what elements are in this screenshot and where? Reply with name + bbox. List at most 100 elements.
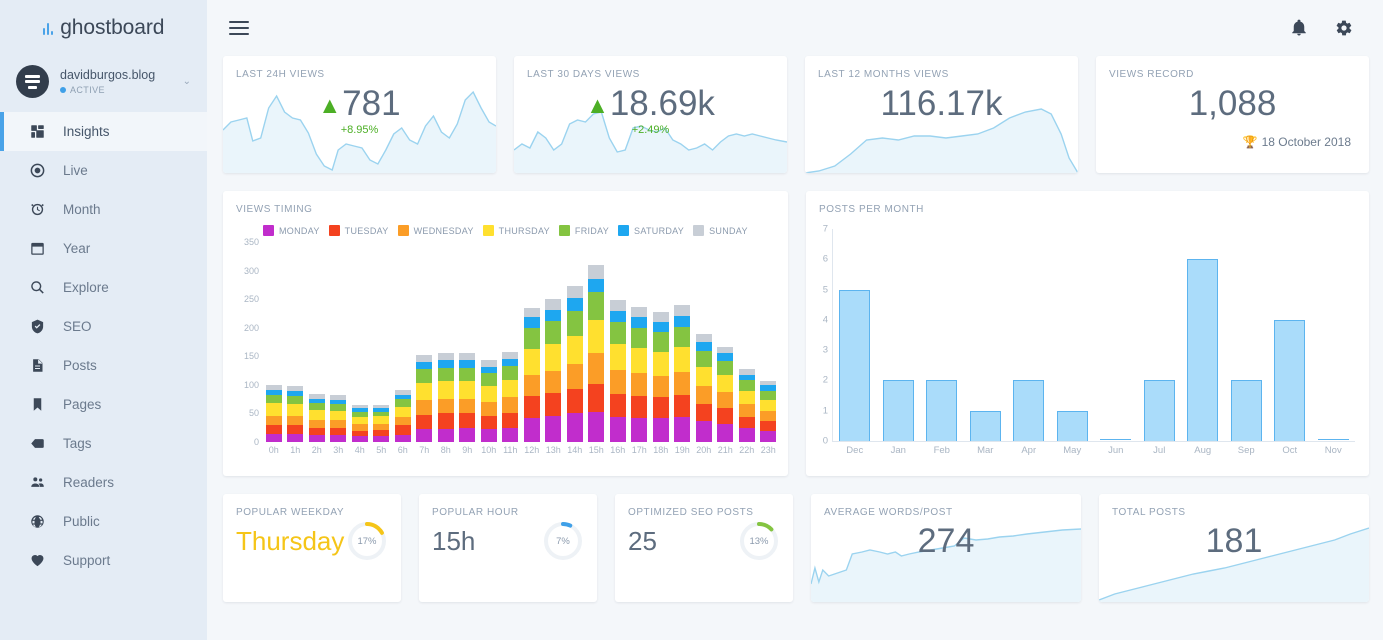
bar-column[interactable] xyxy=(263,242,285,442)
bar-segment xyxy=(502,358,519,367)
heart-icon xyxy=(29,552,46,569)
status-dot-icon xyxy=(60,87,66,93)
bar-column[interactable] xyxy=(693,242,715,442)
bar-column[interactable] xyxy=(1181,229,1225,441)
stacked-bar xyxy=(459,353,476,442)
bar-column[interactable] xyxy=(1312,229,1356,441)
bar-column[interactable] xyxy=(877,229,921,441)
bar-column[interactable] xyxy=(435,242,457,442)
legend-item[interactable]: SATURDAY xyxy=(618,225,684,236)
bar-column[interactable] xyxy=(285,242,307,442)
account-switcher[interactable]: davidburgos.blog ACTIVE ⌄ xyxy=(0,56,207,110)
bar-column[interactable] xyxy=(478,242,500,442)
x-axis-tick: Sep xyxy=(1237,445,1255,456)
sidebar-item-public[interactable]: Public xyxy=(0,502,207,541)
bar-segment xyxy=(308,419,325,428)
bar-column[interactable] xyxy=(607,242,629,442)
x-axis-tick: 8h xyxy=(440,445,451,455)
bar-segment xyxy=(265,424,282,434)
y-axis-tick: 1 xyxy=(822,405,828,417)
x-axis-tick: 7h xyxy=(419,445,430,455)
bar-column[interactable] xyxy=(414,242,436,442)
bar-column[interactable] xyxy=(833,229,877,441)
bar-column[interactable] xyxy=(564,242,586,442)
bar-column[interactable] xyxy=(672,242,694,442)
bar-segment xyxy=(760,421,777,431)
bar-column[interactable] xyxy=(964,229,1008,441)
bar-column[interactable] xyxy=(586,242,608,442)
bar-column[interactable] xyxy=(1007,229,1051,441)
x-axis-tick: 10h xyxy=(481,445,497,455)
legend-item[interactable]: FRIDAY xyxy=(558,225,609,236)
bar-column[interactable] xyxy=(457,242,479,442)
stacked-bar xyxy=(330,395,347,442)
bar-column[interactable] xyxy=(543,242,565,442)
bar-column[interactable] xyxy=(349,242,371,442)
bar-segment xyxy=(609,370,626,395)
bar-column[interactable] xyxy=(1268,229,1312,441)
bar-column[interactable] xyxy=(715,242,737,442)
hamburger-menu-icon[interactable] xyxy=(229,21,249,35)
bar-segment xyxy=(695,404,712,422)
bar-segment xyxy=(287,434,304,442)
chevron-down-icon[interactable]: ⌄ xyxy=(183,76,193,87)
bar-segment xyxy=(545,416,562,442)
stacked-bar xyxy=(695,334,712,442)
x-axis-tick: 6h xyxy=(397,445,408,455)
bar-column[interactable] xyxy=(920,229,964,441)
bar-segment xyxy=(717,407,734,424)
sidebar-item-month[interactable]: Month xyxy=(0,190,207,229)
legend-item[interactable]: WEDNESDAY xyxy=(397,225,474,236)
chart-legend: MONDAY TUESDAY WEDNESDAY THURSDAY FRIDAY SATU… xyxy=(223,215,788,236)
stacked-bar xyxy=(394,390,411,442)
stacked-bar xyxy=(351,404,368,442)
bar-column[interactable] xyxy=(371,242,393,442)
legend-item[interactable]: SUNDAY xyxy=(693,225,748,236)
bar-column[interactable] xyxy=(500,242,522,442)
bar-segment xyxy=(480,429,497,442)
sidebar-item-posts[interactable]: Posts xyxy=(0,346,207,385)
brand-logo[interactable]: ghostboard xyxy=(0,0,207,56)
bar-column[interactable] xyxy=(758,242,780,442)
y-axis-tick: 300 xyxy=(243,265,259,276)
sidebar-item-insights[interactable]: Insights xyxy=(0,112,207,151)
sidebar-item-seo[interactable]: SEO xyxy=(0,307,207,346)
document-icon xyxy=(29,357,46,374)
bar-column[interactable] xyxy=(521,242,543,442)
bar-column[interactable] xyxy=(392,242,414,442)
bar-column[interactable] xyxy=(306,242,328,442)
bar xyxy=(969,410,1001,441)
mini-body: 25 13% xyxy=(615,518,793,562)
x-axis-tick: Jul xyxy=(1153,445,1166,456)
y-axis-tick: 3 xyxy=(822,344,828,356)
legend-item[interactable]: MONDAY xyxy=(263,225,320,236)
sidebar-item-support[interactable]: Support xyxy=(0,541,207,580)
sidebar-item-tags[interactable]: Tags xyxy=(0,424,207,463)
bar-column[interactable] xyxy=(328,242,350,442)
card-title: OPTIMIZED SEO POSTS xyxy=(628,507,754,518)
bar-column[interactable] xyxy=(1138,229,1182,441)
legend-item[interactable]: THURSDAY xyxy=(482,225,550,236)
bar xyxy=(1274,319,1306,441)
x-axis-tick: 21h xyxy=(717,445,733,455)
bar-column[interactable] xyxy=(736,242,758,442)
bar-column[interactable] xyxy=(1051,229,1095,441)
bar-segment xyxy=(416,369,433,384)
sidebar-item-readers[interactable]: Readers xyxy=(0,463,207,502)
sidebar-item-live[interactable]: Live xyxy=(0,151,207,190)
bar-segment xyxy=(308,403,325,411)
bar-segment xyxy=(416,415,433,430)
sidebar-item-year[interactable]: Year xyxy=(0,229,207,268)
sidebar-item-pages[interactable]: Pages xyxy=(0,385,207,424)
bell-icon[interactable] xyxy=(1290,19,1308,37)
bar-column[interactable] xyxy=(629,242,651,442)
legend-swatch xyxy=(328,225,340,236)
bar-column[interactable] xyxy=(650,242,672,442)
stat-delta: +2.49% xyxy=(631,124,670,136)
bar xyxy=(1187,259,1219,441)
legend-item[interactable]: TUESDAY xyxy=(328,225,389,236)
sidebar-item-explore[interactable]: Explore xyxy=(0,268,207,307)
bar-column[interactable] xyxy=(1094,229,1138,441)
gear-icon[interactable] xyxy=(1335,19,1353,37)
bar-column[interactable] xyxy=(1225,229,1269,441)
